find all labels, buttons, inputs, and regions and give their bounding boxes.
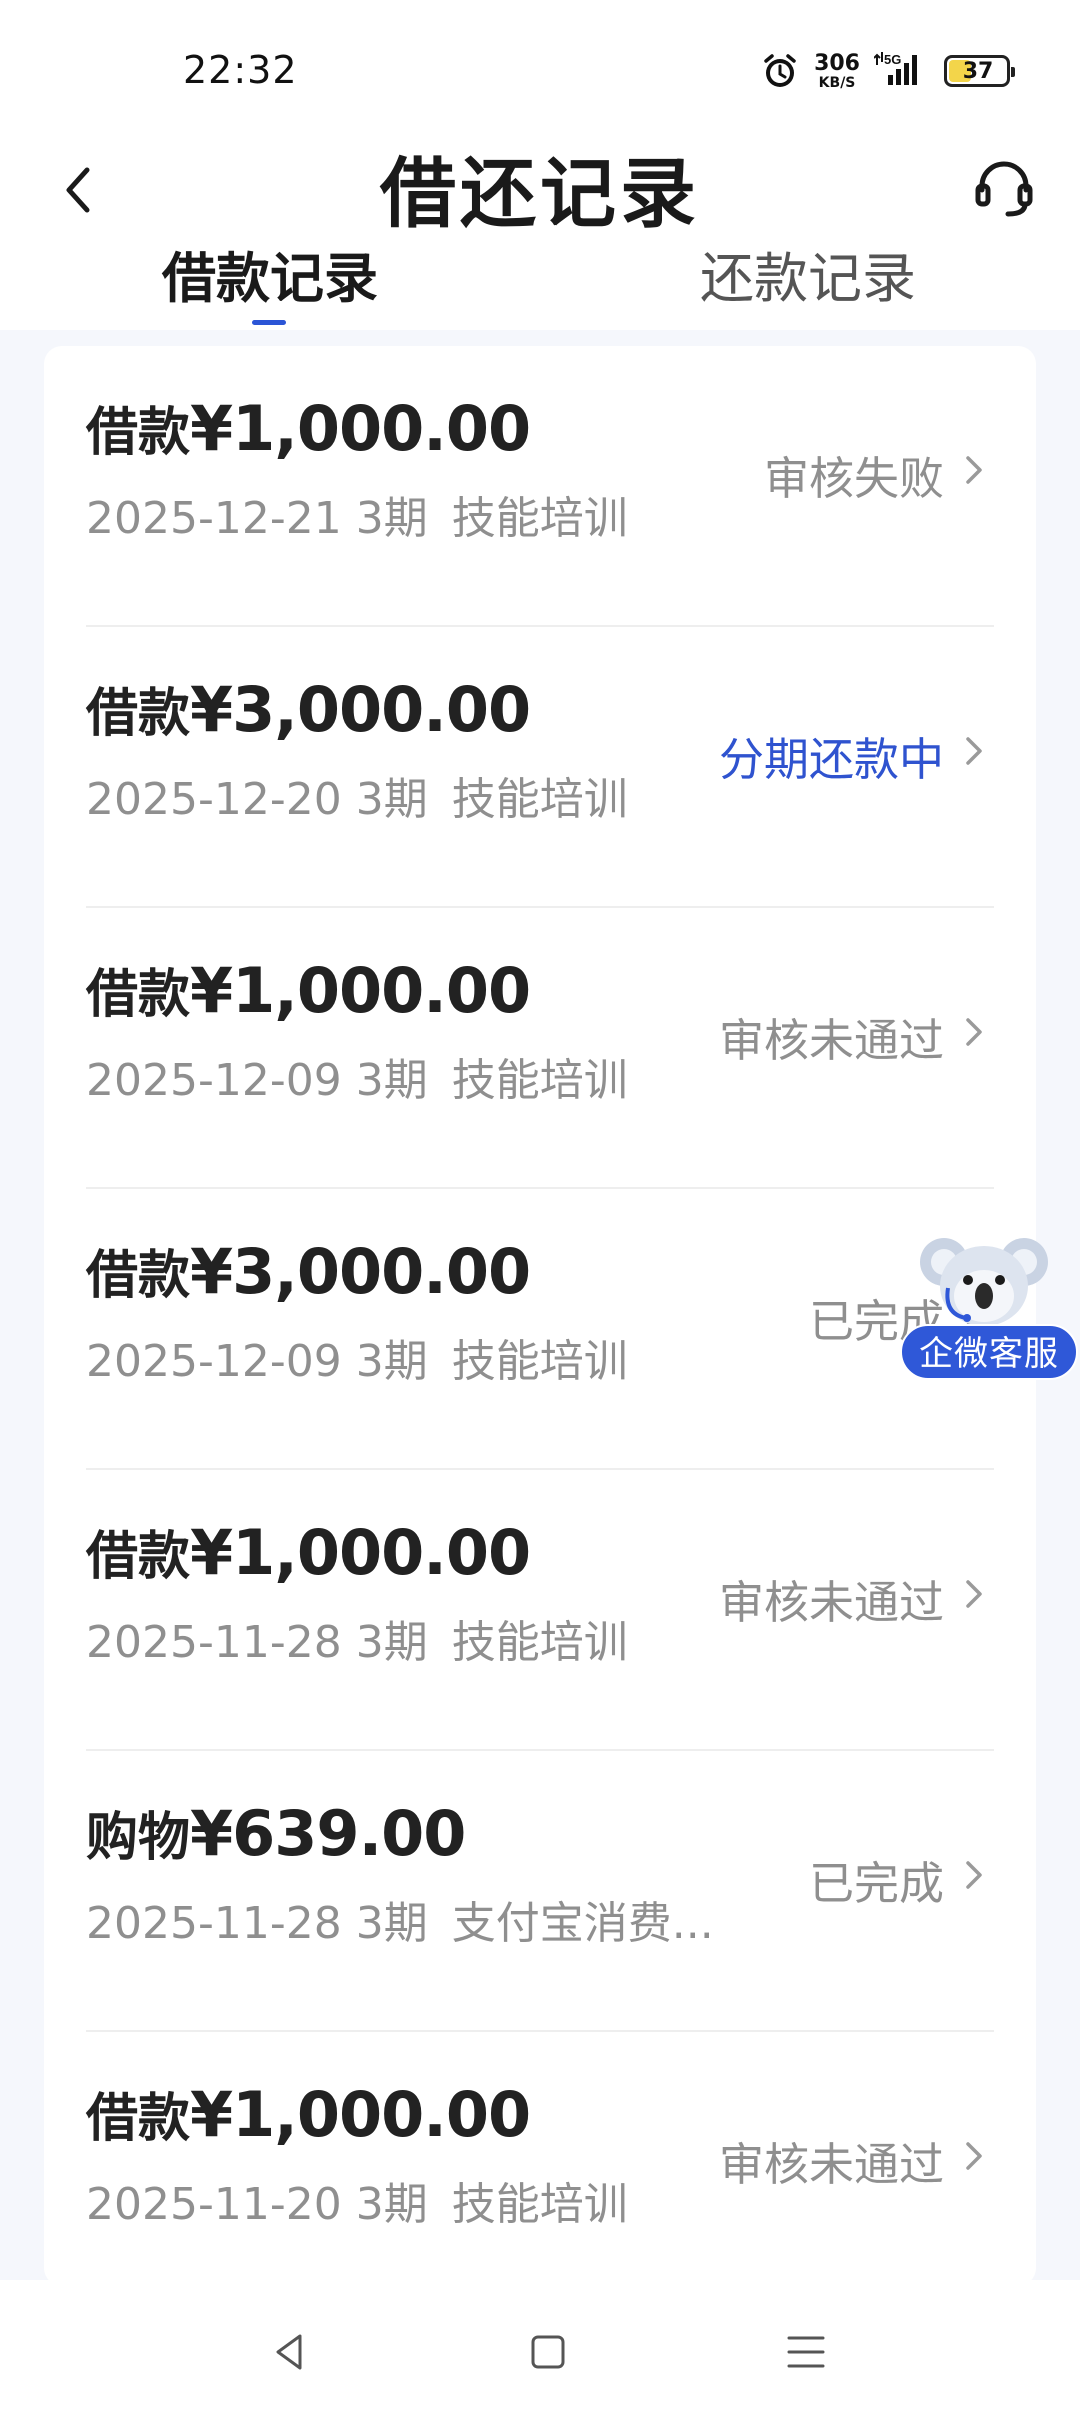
nav-menu-button[interactable] bbox=[766, 2312, 846, 2392]
record-meta: 2025-12-21 3期 技能培训 bbox=[86, 482, 628, 546]
record-row[interactable]: 借款¥3,000.00 2025-12-09 3期 技能培训 已完成 bbox=[44, 1189, 1036, 1470]
record-tabs: 借款记录 还款记录 bbox=[0, 248, 1080, 330]
record-row[interactable]: 借款¥1,000.00 2025-11-20 3期 技能培训 审核未通过 bbox=[44, 2032, 1036, 2313]
active-tab-indicator bbox=[252, 320, 286, 325]
record-row[interactable]: 借款¥1,000.00 2025-12-09 3期 技能培训 审核未通过 bbox=[44, 908, 1036, 1189]
nav-back-icon bbox=[276, 2334, 302, 2370]
battery-level: 37 bbox=[962, 58, 994, 84]
record-amount: 借款¥1,000.00 bbox=[86, 1514, 531, 1589]
record-status: 分期还款中 bbox=[718, 733, 944, 786]
nav-home-icon bbox=[531, 2335, 565, 2369]
record-date: 2025-12-21 bbox=[86, 493, 342, 544]
record-periods: 3期 bbox=[355, 774, 428, 825]
network-type-label: 5G bbox=[884, 52, 901, 67]
chevron-right-icon bbox=[962, 1576, 988, 1612]
record-amount-value: ¥3,000.00 bbox=[190, 673, 531, 746]
customer-service-button[interactable] bbox=[964, 148, 1044, 228]
network-speed-unit: KB/S bbox=[818, 74, 856, 91]
record-meta: 2025-12-09 3期 技能培训 bbox=[86, 1044, 628, 1108]
record-periods: 3期 bbox=[355, 493, 428, 544]
record-status: 已完成 bbox=[808, 1857, 944, 1910]
network-speed-value: 306 bbox=[814, 50, 860, 76]
record-amount: 借款¥3,000.00 bbox=[86, 671, 531, 746]
record-amount: 购物¥639.00 bbox=[86, 1795, 466, 1870]
record-meta: 2025-12-09 3期 技能培训 bbox=[86, 1325, 628, 1389]
chevron-right-icon bbox=[962, 2138, 988, 2174]
record-periods: 3期 bbox=[355, 1336, 428, 1387]
record-description: 技能培训 bbox=[451, 1617, 628, 1668]
record-status: 审核未通过 bbox=[718, 2138, 944, 2191]
record-periods: 3期 bbox=[355, 1898, 428, 1949]
nav-back-button[interactable] bbox=[250, 2312, 330, 2392]
record-meta: 2025-11-28 3期 技能培训 bbox=[86, 1606, 628, 1670]
record-type: 借款 bbox=[86, 2089, 191, 2149]
record-type: 借款 bbox=[86, 403, 191, 463]
floating-service-label: 企微客服 bbox=[900, 1324, 1078, 1380]
record-meta: 2025-11-28 3期 支付宝消费... bbox=[86, 1887, 714, 1951]
status-icons: 306 KB/S 5G 37 bbox=[746, 46, 1015, 96]
record-amount: 借款¥1,000.00 bbox=[86, 390, 531, 465]
record-amount-value: ¥639.00 bbox=[190, 1797, 466, 1870]
record-description: 技能培训 bbox=[451, 493, 628, 544]
screen: 22:32 306 KB/S 5G 37 借还记录 借款记录 还款记录 借款¥1… bbox=[0, 0, 1080, 2412]
record-amount-value: ¥3,000.00 bbox=[190, 1235, 531, 1308]
record-periods: 3期 bbox=[355, 1055, 428, 1106]
record-description: 技能培训 bbox=[451, 1055, 628, 1106]
record-description: 技能培训 bbox=[451, 1336, 628, 1387]
record-status: 审核失败 bbox=[763, 452, 944, 505]
record-status: 审核未通过 bbox=[718, 1576, 944, 1629]
record-meta: 2025-12-20 3期 技能培训 bbox=[86, 763, 628, 827]
record-amount-value: ¥1,000.00 bbox=[190, 1516, 531, 1589]
record-date: 2025-12-09 bbox=[86, 1055, 342, 1106]
nav-menu-icon bbox=[787, 2336, 825, 2368]
record-type: 购物 bbox=[86, 1808, 191, 1868]
record-row[interactable]: 购物¥639.00 2025-11-28 3期 支付宝消费... 已完成 bbox=[44, 1751, 1036, 2032]
record-meta: 2025-11-20 3期 技能培训 bbox=[86, 2168, 628, 2232]
record-type: 借款 bbox=[86, 684, 191, 744]
chevron-right-icon bbox=[962, 452, 988, 488]
record-description: 技能培训 bbox=[451, 774, 628, 825]
record-description: 支付宝消费... bbox=[451, 1898, 714, 1949]
record-amount-value: ¥1,000.00 bbox=[190, 2078, 531, 2151]
record-amount: 借款¥1,000.00 bbox=[86, 2076, 531, 2151]
record-row[interactable]: 借款¥1,000.00 2025-12-21 3期 技能培训 审核失败 bbox=[44, 346, 1036, 627]
signal-icon: 5G bbox=[874, 51, 930, 91]
nav-home-button[interactable] bbox=[508, 2312, 588, 2392]
network-speed: 306 KB/S bbox=[814, 50, 860, 91]
record-type: 借款 bbox=[86, 1246, 191, 1306]
status-bar: 22:32 306 KB/S 5G 37 bbox=[0, 0, 1080, 130]
chevron-right-icon bbox=[962, 1857, 988, 1893]
tab-loan-records[interactable]: 借款记录 bbox=[162, 248, 378, 330]
record-date: 2025-11-20 bbox=[86, 2179, 342, 2230]
record-amount: 借款¥3,000.00 bbox=[86, 1233, 531, 1308]
status-time: 22:32 bbox=[183, 48, 298, 92]
record-date: 2025-11-28 bbox=[86, 1617, 342, 1668]
record-periods: 3期 bbox=[355, 2179, 428, 2230]
record-amount: 借款¥1,000.00 bbox=[86, 952, 531, 1027]
record-date: 2025-12-20 bbox=[86, 774, 342, 825]
floating-service-button[interactable]: 企微客服 bbox=[900, 1228, 1080, 1388]
record-status: 审核未通过 bbox=[718, 1014, 944, 1067]
chevron-right-icon bbox=[962, 1014, 988, 1050]
record-amount-value: ¥1,000.00 bbox=[190, 954, 531, 1027]
record-type: 借款 bbox=[86, 1527, 191, 1587]
page-title: 借还记录 bbox=[380, 149, 700, 238]
records-list: 借款¥1,000.00 2025-12-21 3期 技能培训 审核失败 借款¥3,… bbox=[44, 346, 1036, 2286]
alarm-icon bbox=[760, 51, 800, 91]
headset-icon bbox=[975, 161, 1033, 217]
record-date: 2025-11-28 bbox=[86, 1898, 342, 1949]
header: 借还记录 借款记录 还款记录 bbox=[0, 130, 1080, 330]
system-nav-bar bbox=[0, 2280, 1080, 2412]
chevron-right-icon bbox=[962, 733, 988, 769]
record-type: 借款 bbox=[86, 965, 191, 1025]
battery-icon: 37 bbox=[944, 55, 1015, 87]
record-row[interactable]: 借款¥3,000.00 2025-12-20 3期 技能培训 分期还款中 bbox=[44, 627, 1036, 908]
record-date: 2025-12-09 bbox=[86, 1336, 342, 1387]
tab-repayment-records[interactable]: 还款记录 bbox=[700, 248, 916, 330]
record-amount-value: ¥1,000.00 bbox=[190, 392, 531, 465]
record-row[interactable]: 借款¥1,000.00 2025-11-28 3期 技能培训 审核未通过 bbox=[44, 1470, 1036, 1751]
record-periods: 3期 bbox=[355, 1617, 428, 1668]
record-description: 技能培训 bbox=[451, 2179, 628, 2230]
